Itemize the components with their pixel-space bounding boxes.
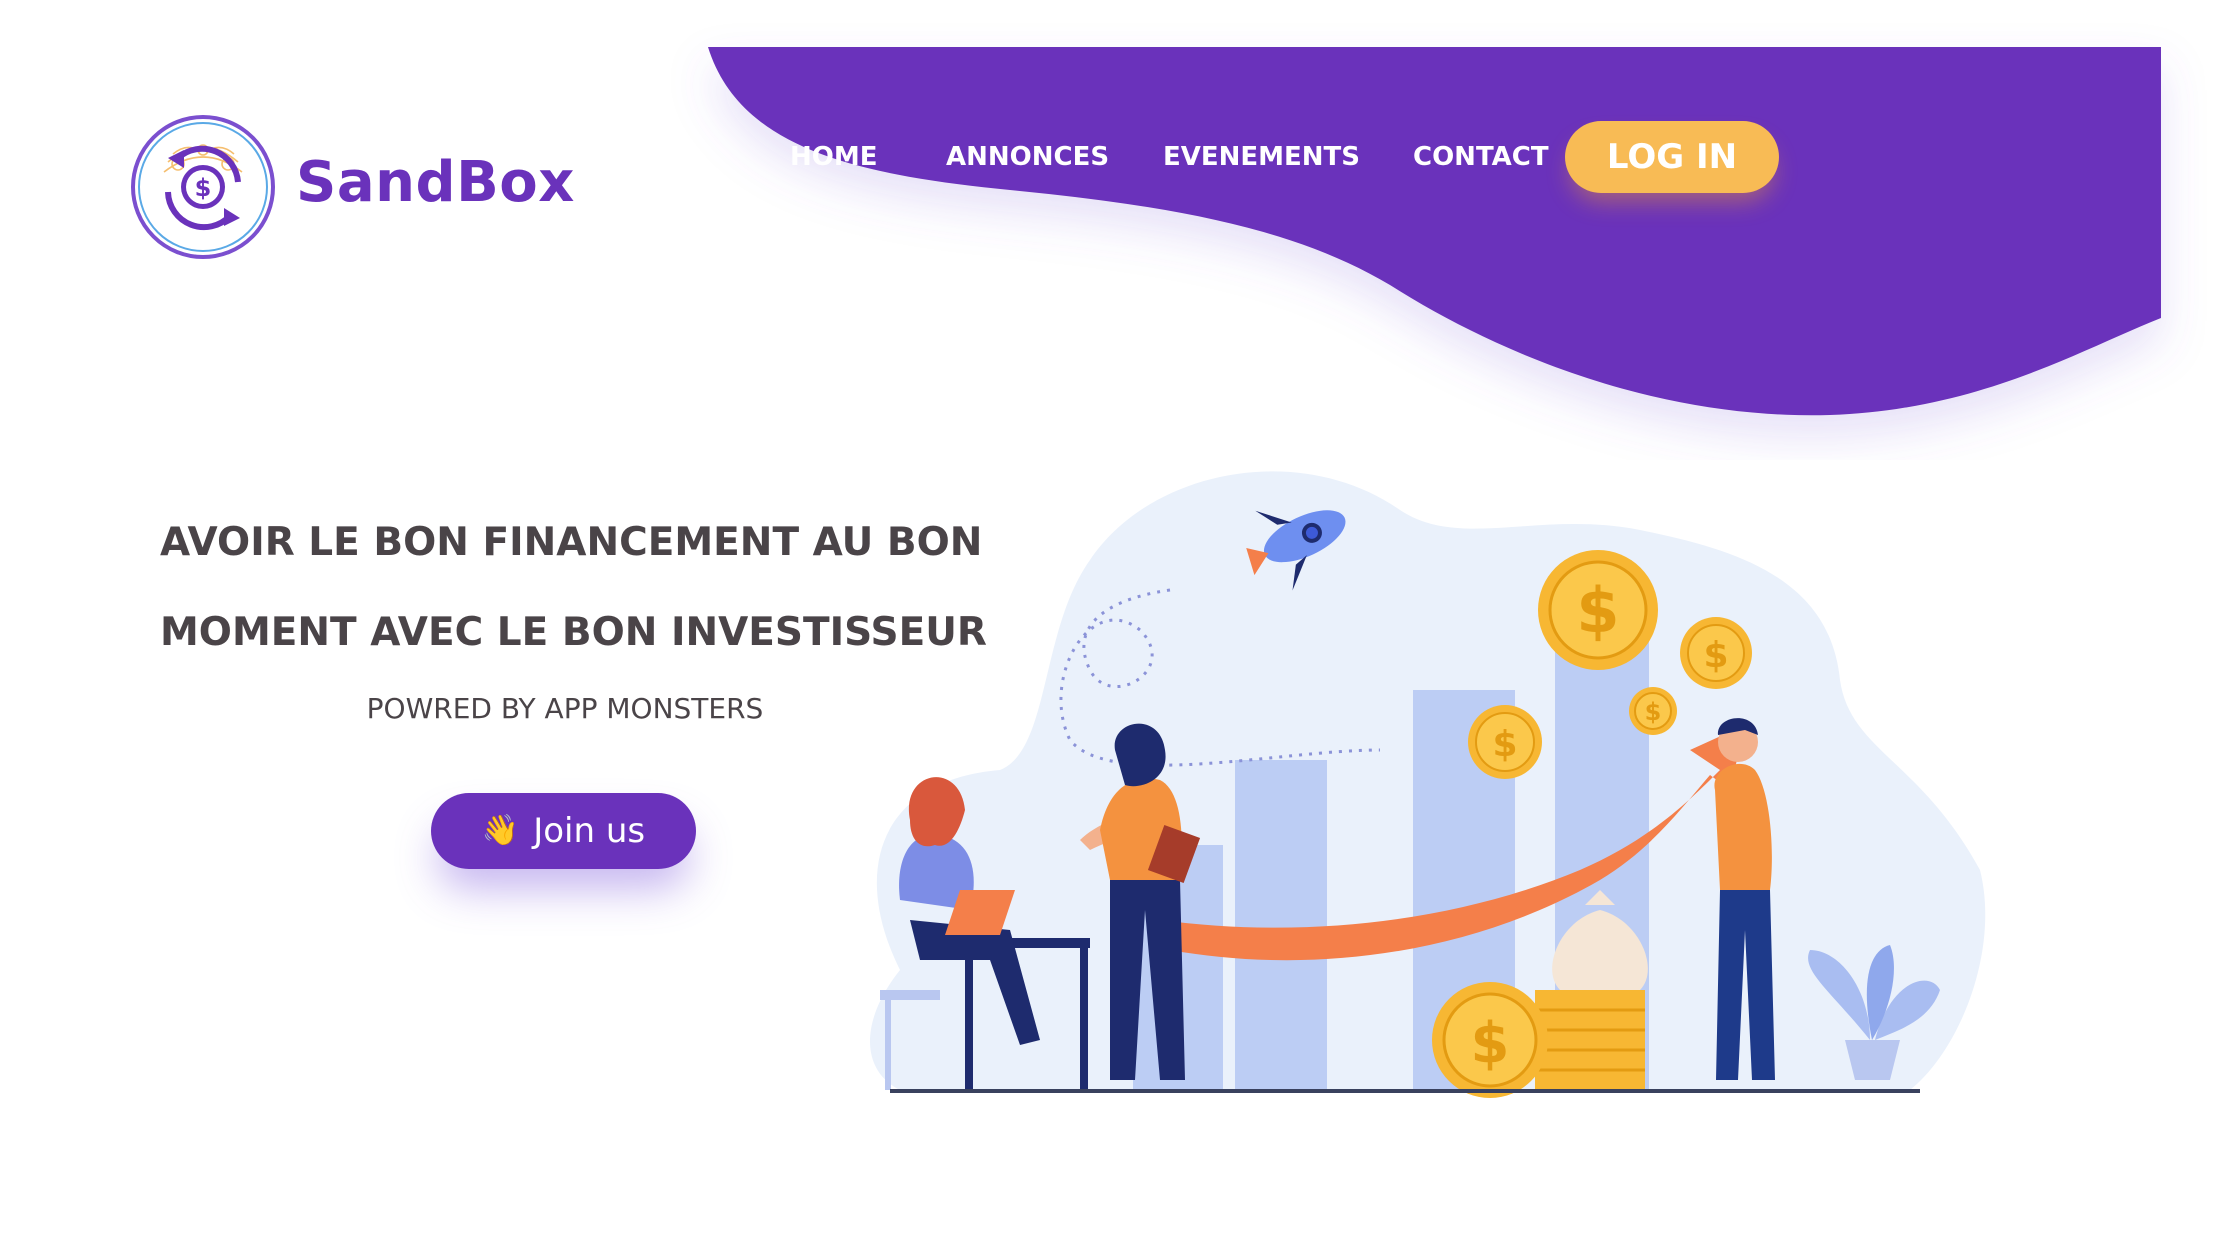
brand-logo-icon[interactable]: $ <box>128 112 278 262</box>
nav-home-link[interactable]: HOME <box>790 142 878 172</box>
nav-evenements-link[interactable]: EVENEMENTS <box>1163 142 1360 172</box>
svg-text:$: $ <box>1576 574 1619 647</box>
nav-annonces-link[interactable]: ANNONCES <box>946 142 1109 172</box>
waving-hand-icon: 👋 <box>481 813 520 848</box>
nav-contact-link[interactable]: CONTACT <box>1413 142 1549 172</box>
join-us-button[interactable]: 👋 Join us <box>431 793 696 869</box>
svg-text:$: $ <box>1703 635 1728 676</box>
hero-illustration: $ $ $ $ $ <box>870 471 1986 1098</box>
svg-text:$: $ <box>1492 724 1517 765</box>
svg-text:$: $ <box>1471 1011 1510 1076</box>
coin-icon: $ <box>1468 705 1542 779</box>
coin-icon: $ <box>1432 982 1548 1098</box>
coin-icon: $ <box>1629 687 1677 735</box>
svg-text:$: $ <box>1645 698 1662 726</box>
join-us-label: Join us <box>533 811 646 851</box>
svg-text:$: $ <box>195 174 212 202</box>
coin-icon: $ <box>1538 550 1658 670</box>
brand-name[interactable]: SandBox <box>296 150 575 215</box>
coin-stack <box>1535 990 1645 1090</box>
login-button[interactable]: LOG IN <box>1565 121 1779 193</box>
coin-icon: $ <box>1680 617 1752 689</box>
header-wave-shape <box>708 47 2161 416</box>
